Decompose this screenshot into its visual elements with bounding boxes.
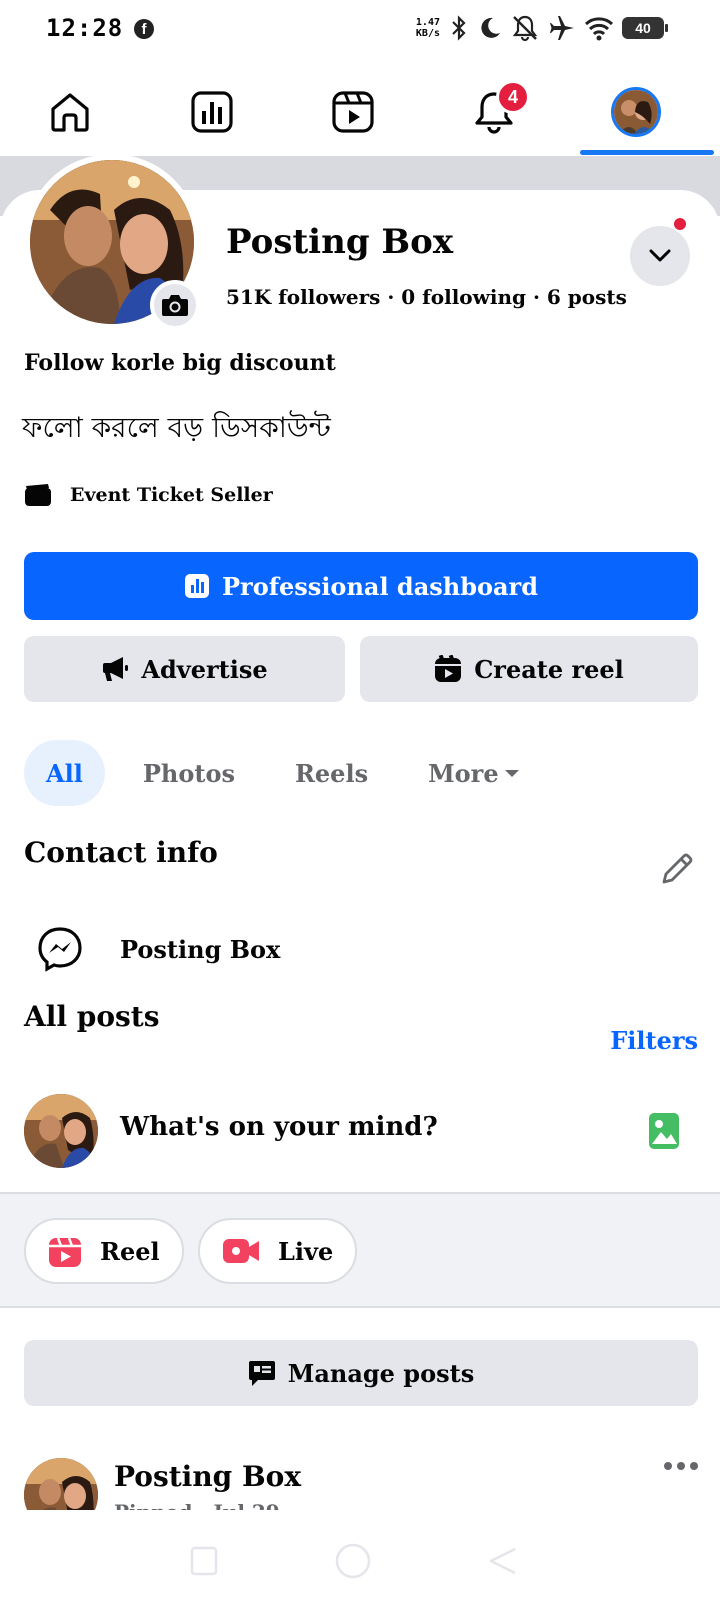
post-composer[interactable]: What's on your mind? (0, 1092, 720, 1192)
live-chip[interactable]: Live (198, 1218, 358, 1284)
post-header: Posting Box Pinned · Jul 29 · (0, 1458, 720, 1510)
filters-link[interactable]: Filters (610, 1026, 698, 1055)
messenger-icon (38, 927, 82, 972)
megaphone-icon (103, 657, 129, 681)
tab-more[interactable]: More (406, 740, 543, 806)
bio-english: Follow korle big discount (24, 350, 336, 376)
caret-down-icon (504, 770, 519, 777)
avatar (24, 1094, 98, 1168)
all-posts-title: All posts (24, 1000, 160, 1033)
reel-icon (435, 655, 462, 682)
top-nav: 4 (0, 70, 720, 156)
clapperboard-icon (25, 484, 51, 506)
dashboard-label: Professional dashboard (222, 571, 538, 601)
bell-muted-icon (512, 15, 538, 42)
bio-bengali: ফলো করলে বড় ডিসকাউন্ট (22, 411, 331, 444)
profile-tabs: All Photos Reels More (24, 740, 559, 806)
notification-dot (672, 216, 688, 232)
net-speed-value: 1.47 (415, 17, 440, 28)
live-video-icon (223, 1239, 259, 1263)
page-title: Posting Box (226, 222, 454, 262)
chevron-down-icon (649, 249, 671, 262)
reel-chip[interactable]: Reel (24, 1218, 184, 1284)
recents-icon[interactable] (190, 1546, 218, 1576)
net-speed: 1.47 KB/s (416, 17, 440, 39)
airplane-icon (550, 16, 574, 40)
post-author[interactable]: Posting Box (114, 1460, 301, 1493)
back-icon[interactable] (488, 1546, 518, 1576)
home-icon (51, 93, 89, 132)
change-photo-button[interactable] (150, 280, 200, 330)
add-photo-button[interactable] (648, 1112, 680, 1154)
manage-posts-label: Manage posts (287, 1358, 475, 1388)
more-dot (690, 1462, 698, 1470)
post-meta: Pinned · Jul 29 · (114, 1500, 294, 1510)
notifications-tab[interactable]: 4 (464, 80, 530, 144)
advertise-button[interactable]: Advertise (24, 636, 345, 702)
camera-icon (162, 295, 188, 316)
status-icons: 1.47 KB/s 40 (416, 14, 668, 42)
profile-tab[interactable] (606, 80, 666, 144)
tab-photos[interactable]: Photos (121, 740, 257, 806)
wifi-icon (584, 17, 614, 41)
contact-info-title: Contact info (24, 836, 218, 869)
more-dot (664, 1462, 672, 1470)
net-speed-unit: KB/s (415, 28, 440, 39)
home-nav-icon[interactable] (334, 1542, 372, 1580)
pencil-icon (662, 853, 693, 884)
bluetooth-icon (452, 15, 466, 41)
more-dot (677, 1462, 685, 1470)
manage-posts-button[interactable]: Manage posts (24, 1340, 698, 1406)
create-reel-label: Create reel (474, 654, 624, 684)
status-bar: 12:28 f 1.47 KB/s 40 (0, 0, 720, 60)
post-options-button[interactable] (664, 1462, 698, 1470)
dashboard-icon (191, 91, 233, 133)
battery-icon: 40 (622, 17, 668, 39)
composer-prompt: What's on your mind? (120, 1112, 438, 1142)
system-nav-bar (0, 1510, 720, 1600)
tab-more-label: More (428, 758, 499, 788)
messenger-contact[interactable]: Posting Box (36, 925, 280, 973)
video-tab[interactable] (323, 80, 383, 144)
video-icon (332, 91, 374, 133)
messenger-label: Posting Box (120, 934, 281, 964)
active-tab-indicator (580, 150, 714, 155)
live-label: Live (278, 1236, 334, 1266)
avatar[interactable] (24, 1458, 98, 1510)
home-tab[interactable] (40, 80, 100, 144)
divider (0, 1306, 720, 1308)
edit-contact-button[interactable] (660, 852, 694, 890)
status-time: 12:28 (46, 14, 124, 42)
manage-posts-icon (248, 1361, 275, 1386)
dashboard-icon (185, 574, 209, 598)
notification-badge: 4 (496, 80, 530, 114)
category-label: Event Ticket Seller (70, 484, 273, 506)
moon-icon (481, 17, 500, 38)
professional-dashboard-button[interactable]: Professional dashboard (24, 552, 698, 620)
tab-reels[interactable]: Reels (273, 740, 390, 806)
reel-icon (49, 1237, 81, 1267)
create-reel-button[interactable]: Create reel (360, 636, 698, 702)
page-category: Event Ticket Seller (24, 483, 273, 507)
avatar (611, 87, 661, 137)
facebook-icon: f (134, 19, 154, 39)
reel-label: Reel (100, 1236, 160, 1266)
dashboard-tab[interactable] (182, 80, 242, 144)
profile-menu-button[interactable] (630, 226, 690, 286)
page-stats[interactable]: 51K followers · 0 following · 6 posts (226, 285, 627, 309)
tab-all[interactable]: All (24, 740, 105, 806)
advertise-label: Advertise (141, 654, 268, 684)
photo-icon (649, 1113, 679, 1149)
